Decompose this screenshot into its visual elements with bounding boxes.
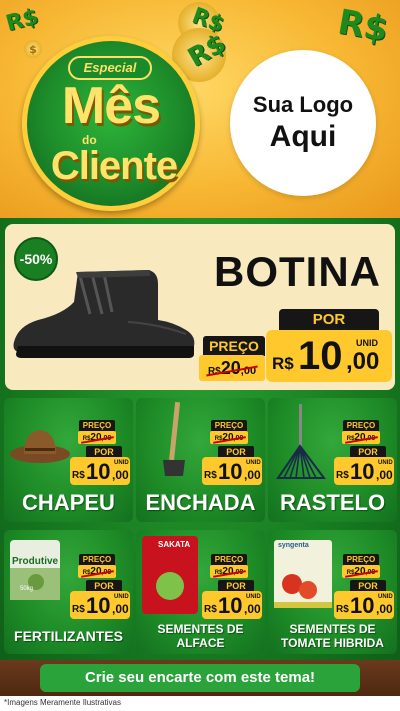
new-price: R$ 10,00 UNID — [334, 457, 394, 485]
price-decimal: ,00 — [112, 602, 129, 616]
new-price: R$ 10,00 UNID — [202, 457, 262, 485]
cta-button[interactable]: Crie seu encarte com este tema! — [40, 664, 360, 692]
price-decimal: ,00 — [376, 468, 393, 482]
price-decimal: ,00 — [244, 602, 261, 616]
old-price-value: R$20,00 — [347, 431, 376, 446]
logo-placeholder[interactable]: Sua Logo Aqui — [230, 50, 376, 196]
currency-symbol: R$ — [336, 470, 349, 481]
badge-title-cliente: Cliente — [50, 144, 178, 188]
old-price-value: R$20,00 — [83, 431, 112, 446]
new-price: R$ 10,00 UNID — [70, 591, 130, 619]
header-banner: R$ $ R$ R$ R$ Especial Mês do Cliente Su… — [0, 0, 400, 218]
product-name-enchada: ENCHADA — [145, 490, 256, 515]
new-price: R$ 10,00 UNID — [334, 591, 394, 619]
new-price: R$ 10,00 UNID — [70, 457, 130, 485]
price-integer: 10 — [298, 334, 343, 378]
logo-text-line2: Aqui — [269, 120, 337, 153]
badge-title-mes: Mês — [61, 77, 161, 135]
old-price-value: R$20,00 — [215, 431, 244, 446]
lettuce-pack-brand: SAKATA — [158, 540, 191, 549]
product-name-tomate-line1: SEMENTES DE — [289, 622, 376, 636]
unit-label: UNID — [356, 338, 378, 348]
unit-label: UNID — [246, 594, 261, 600]
price-decimal: ,00 — [376, 602, 393, 616]
old-price: R$20,00 — [342, 431, 380, 444]
price-integer: 10 — [86, 593, 111, 618]
fertilizer-brand: Produtive — [12, 556, 59, 567]
price-integer: 10 — [350, 593, 375, 618]
unit-label: UNID — [378, 460, 393, 466]
price-integer: 10 — [350, 459, 375, 484]
rake-image — [276, 404, 326, 479]
hat-image — [10, 430, 70, 463]
unit-label: UNID — [378, 594, 393, 600]
currency-symbol: R$ — [72, 470, 85, 481]
old-price-value: R$20,00 — [347, 565, 376, 580]
old-price: R$20,00 — [210, 431, 248, 444]
price-integer: 10 — [86, 459, 111, 484]
dollar-coin-icon: R$ — [3, 4, 41, 37]
featured-old-price: R$20,00 — [199, 355, 265, 381]
hoe-image — [163, 402, 185, 476]
old-price: R$20,00 — [342, 565, 380, 578]
dollar-coin-icon: R$ — [334, 1, 391, 51]
old-price-value: R$20,00 — [215, 565, 244, 580]
old-price: R$20,00 — [78, 431, 116, 444]
product-name-tomate-line2: TOMATE HIBRIDA — [281, 636, 384, 650]
currency-symbol: R$ — [204, 470, 217, 481]
featured-old-price-value: R$20,00 — [208, 355, 256, 385]
currency-symbol: R$ — [272, 354, 294, 373]
currency-symbol: R$ — [336, 604, 349, 615]
price-decimal: ,00 — [346, 348, 380, 375]
footnote: *Imagens Meramente Ilustrativas — [4, 698, 121, 707]
unit-label: UNID — [246, 460, 261, 466]
product-name-alface-line2: ALFACE — [176, 636, 225, 650]
boot-image — [13, 270, 195, 358]
price-decimal: ,00 — [244, 468, 261, 482]
price-integer: 10 — [218, 593, 243, 618]
unit-label: UNID — [114, 460, 129, 466]
tomato-pack-brand: syngenta — [278, 542, 309, 549]
unit-label: UNID — [114, 594, 129, 600]
product-name-chapeu: CHAPEU — [22, 490, 115, 515]
old-price-value: R$20,00 — [83, 565, 112, 580]
old-price: R$20,00 — [78, 565, 116, 578]
new-price: R$ 10,00 UNID — [202, 591, 262, 619]
price-decimal: ,00 — [112, 468, 129, 482]
featured-new-price: R$ 10 ,00 UNID — [266, 330, 392, 382]
featured-por-label: POR — [279, 309, 379, 331]
campaign-badge: Especial Mês do Cliente — [22, 36, 202, 211]
fertilizer-bag-image — [10, 540, 60, 600]
currency-symbol: R$ — [72, 604, 85, 615]
featured-product-name: BOTINA — [214, 248, 381, 295]
currency-symbol: R$ — [204, 604, 217, 615]
featured-preco-label: PREÇO — [203, 336, 265, 356]
product-name-fertilizantes: FERTILIZANTES — [14, 628, 123, 644]
product-name-alface-line1: SEMENTES DE — [157, 622, 244, 636]
price-integer: 10 — [218, 459, 243, 484]
logo-text-line1: Sua Logo — [252, 92, 354, 117]
product-name-rastelo: RASTELO — [279, 490, 386, 515]
old-price: R$20,00 — [210, 565, 248, 578]
flyer: R$ $ R$ R$ R$ Especial Mês do Cliente Su… — [0, 0, 400, 711]
fertilizer-weight: 50kg — [20, 586, 34, 592]
